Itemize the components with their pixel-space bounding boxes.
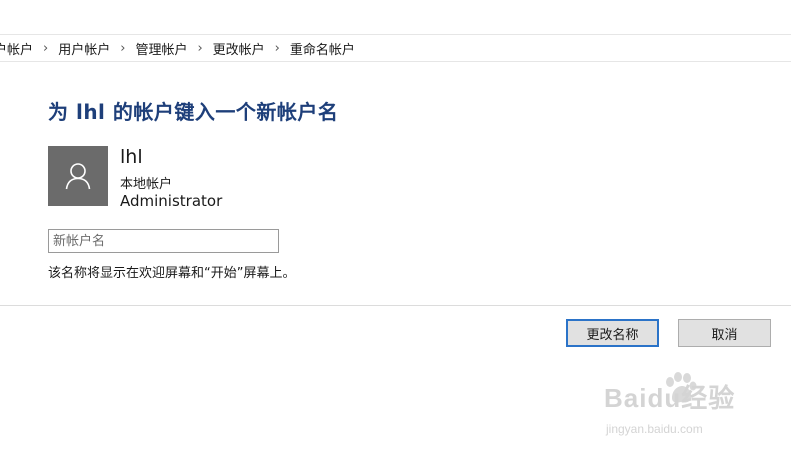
user-silhouette-icon <box>65 163 91 190</box>
breadcrumb-item-user-accounts[interactable]: 用户帐户 <box>58 39 110 58</box>
change-name-button[interactable]: 更改名称 <box>566 319 659 347</box>
breadcrumb-item-manage-accounts[interactable]: 管理帐户 <box>135 39 187 58</box>
breadcrumb: 户帐户 › 用户帐户 › 管理帐户 › 更改帐户 › 重命名帐户 <box>0 34 791 62</box>
breadcrumb-separator-icon: › <box>197 40 203 56</box>
page-title: 为 lhl 的帐户键入一个新帐户名 <box>48 100 339 124</box>
breadcrumb-item-user-accounts-root[interactable]: 户帐户 <box>0 39 33 58</box>
account-role: Administrator <box>120 192 223 210</box>
account-name: lhl <box>120 146 143 168</box>
avatar <box>48 146 108 206</box>
breadcrumb-item-rename-account[interactable]: 重命名帐户 <box>290 39 355 58</box>
breadcrumb-separator-icon: › <box>43 40 49 56</box>
cancel-button[interactable]: 取消 <box>678 319 771 347</box>
breadcrumb-separator-icon: › <box>274 40 280 56</box>
breadcrumb-separator-icon: › <box>120 40 126 56</box>
breadcrumb-item-change-account[interactable]: 更改帐户 <box>213 39 265 58</box>
rename-hint-text: 该名称将显示在欢迎屏幕和“开始”屏幕上。 <box>48 266 296 281</box>
account-type: 本地帐户 <box>120 177 173 192</box>
watermark-logo-text: Baidu经验 <box>604 383 736 413</box>
watermark-url: jingyan.baidu.com <box>606 422 703 436</box>
baidu-watermark: Baidu经验 jingyan.baidu.com <box>604 372 754 440</box>
window-top-area <box>0 0 791 34</box>
footer-divider <box>0 305 791 306</box>
new-account-name-input[interactable] <box>48 229 279 253</box>
paw-icon <box>666 372 697 403</box>
